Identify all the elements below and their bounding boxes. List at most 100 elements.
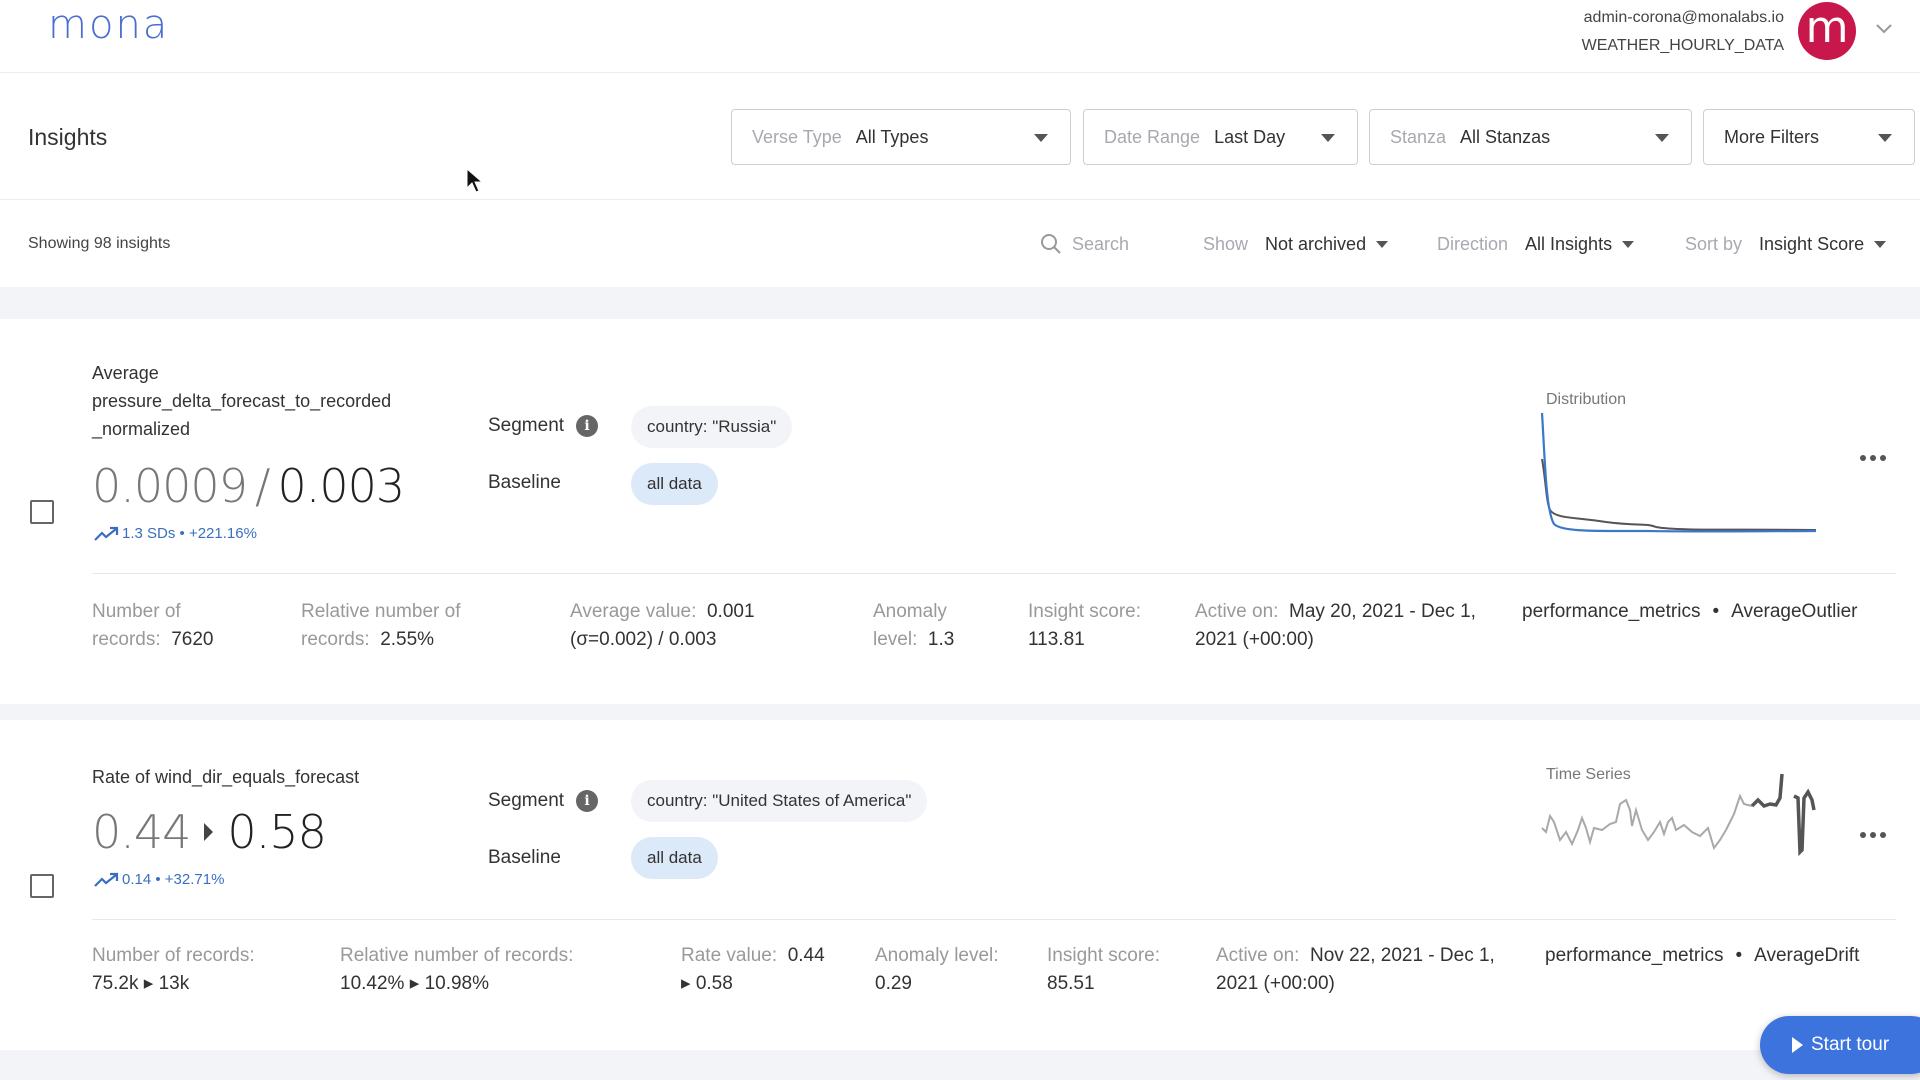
sort-dropdown[interactable]: Sort by Insight Score — [1685, 234, 1887, 255]
stat-relative-records: Relative number of records: 10.42% ▸ 10.… — [340, 942, 573, 998]
select-checkbox[interactable] — [30, 500, 54, 524]
stat-anomaly-level: Anomaly level: 0.29 — [875, 942, 999, 998]
stat-value: 10.42% — [340, 973, 405, 994]
caret-down-icon — [1321, 134, 1335, 142]
baseline-value: 0.58 — [227, 805, 326, 859]
date-range-filter[interactable]: Date Range Last Day — [1083, 109, 1358, 165]
mona-logo[interactable]: mona — [48, 2, 169, 48]
verse-type-filter[interactable]: Verse Type All Types — [731, 109, 1071, 165]
mouse-cursor-icon — [466, 168, 484, 193]
trending-up-icon — [94, 526, 119, 541]
show-label: Show — [1203, 234, 1249, 254]
filter-label: Date Range — [1104, 126, 1201, 147]
baseline-label: Baseline — [488, 472, 561, 493]
more-filters-dropdown[interactable]: More Filters — [1703, 109, 1915, 165]
stat-value: Nov 22, 2021 - Dec 1, — [1310, 945, 1495, 966]
chart-label: Distribution — [1546, 391, 1627, 408]
metric-value: 0.44 0.58 — [92, 805, 327, 859]
insight-tags: performance_metrics • AverageDrift — [1545, 942, 1859, 970]
metric-delta: 0.14 • +32.71% — [94, 871, 224, 888]
stat-active-on: Active on: Nov 22, 2021 - Dec 1, 2021 (+… — [1216, 942, 1495, 998]
card-divider — [92, 573, 1896, 574]
direction-label: Direction — [1437, 234, 1509, 254]
sort-value: Insight Score — [1759, 234, 1865, 254]
stanza-filter[interactable]: Stanza All Stanzas — [1369, 109, 1692, 165]
metric-title[interactable]: Rate of wind_dir_equals_forecast — [92, 763, 359, 791]
segment-chip[interactable]: country: "Russia" — [631, 406, 793, 448]
stat-value: 1.3 — [927, 629, 955, 650]
card-divider — [92, 919, 1896, 920]
caret-down-icon — [1878, 134, 1892, 142]
insight-card: Rate of wind_dir_equals_forecast 0.44 0.5… — [0, 720, 1920, 1050]
stat-value: 75.2k — [92, 973, 139, 994]
segment-value: 0.0009 — [92, 459, 248, 513]
tag-separator: • — [1735, 945, 1743, 966]
stat-value: 0.44 — [787, 945, 825, 966]
tag-category[interactable]: performance_metrics — [1522, 601, 1700, 622]
stat-label: Number of records: — [92, 945, 255, 966]
value-separator: / — [254, 459, 270, 513]
stat-label: Relative number of records: — [340, 945, 574, 966]
caret-down-icon — [1622, 241, 1635, 248]
top-bar: mona admin-corona@monalabs.io WEATHER_HO… — [0, 0, 1920, 73]
insight-card: Average pressure_delta_forecast_to_recor… — [0, 319, 1920, 704]
filter-label: Stanza — [1390, 126, 1447, 147]
stat-value: 2.55% — [380, 629, 435, 650]
time-series-chart[interactable] — [1536, 770, 1826, 870]
stat-value: 2021 (+00:00) — [1195, 629, 1314, 650]
chevron-down-icon[interactable] — [1874, 18, 1894, 38]
stat-number-of-records: Number of records: 7620 — [92, 598, 213, 654]
stat-label: Average value: — [570, 601, 697, 622]
tag-type[interactable]: AverageDrift — [1754, 945, 1859, 966]
segment-series-line — [1750, 773, 1816, 857]
baseline-chip[interactable]: all data — [631, 463, 718, 505]
info-icon[interactable]: i — [576, 790, 599, 812]
stat-label: Insight score: — [1047, 945, 1160, 966]
list-toolbar: Showing 98 insights Search Show Not arch… — [0, 201, 1920, 287]
segment-label: Segment i — [488, 790, 599, 812]
stat-value: 0.001 — [706, 601, 755, 622]
trending-up-icon — [94, 872, 119, 887]
stat-value: 113.81 — [1028, 629, 1085, 650]
filter-value: Last Day — [1214, 126, 1286, 147]
stat-rate-value: Rate value: 0.44 ▸ 0.58 — [681, 945, 825, 994]
stat-insight-score: Insight score: 113.81 — [1028, 598, 1141, 654]
insight-tags: performance_metrics • AverageOutlier — [1522, 598, 1858, 626]
tag-type[interactable]: AverageOutlier — [1731, 601, 1857, 622]
stat-value: 2021 (+00:00) — [1216, 973, 1335, 994]
stat-average-value: Average value: 0.001 (σ=0.002) / 0.003 — [570, 598, 755, 654]
stat-number-of-records: Number of records: 75.2k ▸ 13k — [92, 942, 255, 998]
arrow-right-icon — [204, 822, 214, 841]
segment-chip[interactable]: country: "United States of America" — [631, 780, 928, 822]
more-options-icon[interactable] — [1860, 832, 1886, 840]
avatar[interactable]: m — [1798, 2, 1856, 60]
segment-label-text: Segment — [488, 415, 565, 436]
tag-category[interactable]: performance_metrics — [1545, 945, 1723, 966]
start-tour-button[interactable]: Start tour — [1760, 1016, 1920, 1074]
direction-dropdown[interactable]: Direction All Insights — [1437, 234, 1635, 255]
segment-label: Segment i — [488, 415, 599, 437]
distribution-chart[interactable] — [1536, 411, 1826, 541]
stat-value: 13k — [158, 973, 190, 994]
stat-label: level: — [873, 629, 918, 650]
segment-label-text: Segment — [488, 790, 565, 811]
show-dropdown[interactable]: Show Not archived — [1203, 234, 1389, 255]
stat-label: Anomaly — [873, 601, 947, 622]
search-input[interactable]: Search — [1040, 233, 1129, 255]
select-checkbox[interactable] — [30, 874, 54, 898]
more-options-icon[interactable] — [1860, 455, 1886, 463]
caret-down-icon — [1376, 241, 1389, 248]
delta-text: 1.3 SDs • +221.16% — [122, 525, 257, 542]
metric-delta: 1.3 SDs • +221.16% — [94, 525, 257, 542]
baseline-chip[interactable]: all data — [631, 837, 718, 879]
stat-label: Anomaly level: — [875, 945, 999, 966]
section-spacer — [0, 287, 1920, 319]
baseline-value: 0.003 — [277, 459, 405, 513]
account-info[interactable]: admin-corona@monalabs.io WEATHER_HOURLY_… — [1582, 4, 1784, 60]
account-context: WEATHER_HOURLY_DATA — [1581, 37, 1784, 54]
section-spacer — [0, 704, 1920, 720]
info-icon[interactable]: i — [576, 415, 599, 437]
metric-title[interactable]: Average pressure_delta_forecast_to_recor… — [92, 359, 391, 443]
show-value: Not archived — [1265, 234, 1367, 254]
stat-value: 0.29 — [875, 973, 912, 994]
